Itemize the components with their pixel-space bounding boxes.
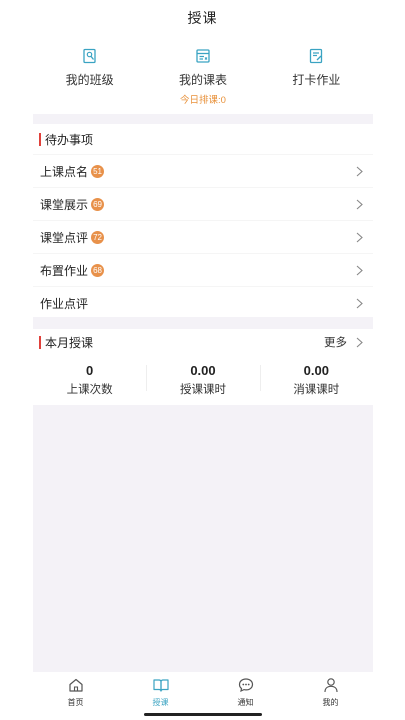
todo-item-class-review[interactable]: 课堂点评 72	[33, 220, 373, 253]
chevron-right-icon	[356, 298, 363, 308]
stat-label: 授课课时	[179, 384, 226, 396]
chevron-right-icon	[356, 232, 363, 242]
todo-item-label: 作业点评	[40, 296, 89, 311]
stat-value: 0.00	[303, 363, 329, 378]
page-title: 授课	[187, 10, 218, 26]
stat-value: 0.00	[190, 363, 216, 378]
monthly-section-title: 本月授课	[45, 335, 94, 350]
chevron-right-icon	[356, 337, 363, 347]
todo-item-label: 课堂点评	[40, 230, 89, 245]
my-class-label: 我的班级	[65, 73, 114, 87]
my-schedule-label: 我的课表	[178, 73, 227, 87]
tab-profile[interactable]: 我的	[288, 672, 373, 712]
monthly-title-group: 本月授课	[33, 329, 93, 355]
count-badge: 68	[91, 263, 105, 277]
more-button[interactable]: 更多	[324, 334, 363, 350]
monthly-section-header: 本月授课 更多	[33, 329, 373, 355]
section-marker	[39, 335, 41, 349]
checkin-homework-button[interactable]: 打卡作业	[260, 36, 373, 114]
todo-section-header: 待办事项	[33, 124, 373, 154]
tab-teaching[interactable]: 授课	[118, 672, 203, 712]
stat-value: 0	[86, 363, 94, 378]
main-content: 我的班级 我的课表 今日排课:0 打卡作业 待办事项 上课点名 51 课堂展示 …	[33, 36, 373, 672]
todo-item-homework-review[interactable]: 作业点评	[33, 286, 373, 319]
todo-item-label: 课堂展示	[40, 197, 89, 212]
stat-label: 上课次数	[66, 384, 113, 396]
today-schedule-count: 今日排课:0	[180, 95, 226, 106]
checkin-homework-label: 打卡作业	[292, 73, 341, 87]
tab-label: 我的	[322, 698, 339, 707]
todo-item-label: 布置作业	[40, 263, 89, 278]
schedule-icon	[196, 49, 210, 63]
more-label: 更多	[324, 337, 347, 349]
shortcut-bar: 我的班级 我的课表 今日排课:0 打卡作业	[33, 36, 373, 114]
chevron-right-icon	[356, 265, 363, 275]
app-screen: 授课 我的班级 我的课表 今日排课:0 打卡作业 待办事项 上课点名 51 课堂…	[0, 0, 405, 720]
stat-consumed-hours: 0.00 消课课时	[259, 357, 373, 405]
chevron-right-icon	[356, 166, 363, 176]
chevron-right-icon	[356, 199, 363, 209]
homework-icon	[310, 48, 323, 64]
count-badge: 72	[91, 230, 105, 244]
home-icon	[68, 678, 83, 692]
bottom-tab-bar: 首页 授课 通知 我的	[33, 672, 373, 712]
monthly-stats: 0 上课次数 0.00 授课课时 0.00 消课课时	[33, 357, 373, 405]
stat-class-count: 0 上课次数	[33, 357, 146, 405]
user-icon	[323, 678, 338, 693]
tab-label: 通知	[237, 698, 254, 707]
my-class-button[interactable]: 我的班级	[33, 36, 146, 114]
todo-section-title: 待办事项	[45, 132, 94, 147]
tab-notifications[interactable]: 通知	[203, 672, 288, 712]
tab-label: 授课	[152, 698, 169, 707]
my-schedule-button[interactable]: 我的课表 今日排课:0	[146, 36, 259, 114]
class-icon	[83, 48, 96, 64]
monthly-section: 本月授课 更多 0 上课次数 0.00 授课课时 0.00 消课课时	[33, 329, 373, 405]
tab-home[interactable]: 首页	[33, 672, 118, 712]
count-badge: 51	[91, 164, 105, 178]
chat-icon	[238, 678, 253, 693]
count-badge: 69	[91, 197, 105, 211]
stat-teaching-hours: 0.00 授课课时	[146, 357, 259, 405]
todo-section: 待办事项 上课点名 51 课堂展示 69 课堂点评 72 布置作业 68 作业点…	[33, 124, 373, 317]
todo-item-class-showcase[interactable]: 课堂展示 69	[33, 187, 373, 220]
stat-label: 消课课时	[293, 384, 340, 396]
home-indicator[interactable]	[144, 713, 262, 716]
section-marker	[39, 132, 41, 146]
todo-item-roll-call[interactable]: 上课点名 51	[33, 154, 373, 187]
tab-label: 首页	[67, 698, 84, 707]
book-icon	[152, 679, 169, 692]
title-bar: 授课	[0, 0, 405, 36]
todo-item-label: 上课点名	[40, 164, 89, 179]
todo-item-assign-homework[interactable]: 布置作业 68	[33, 253, 373, 286]
